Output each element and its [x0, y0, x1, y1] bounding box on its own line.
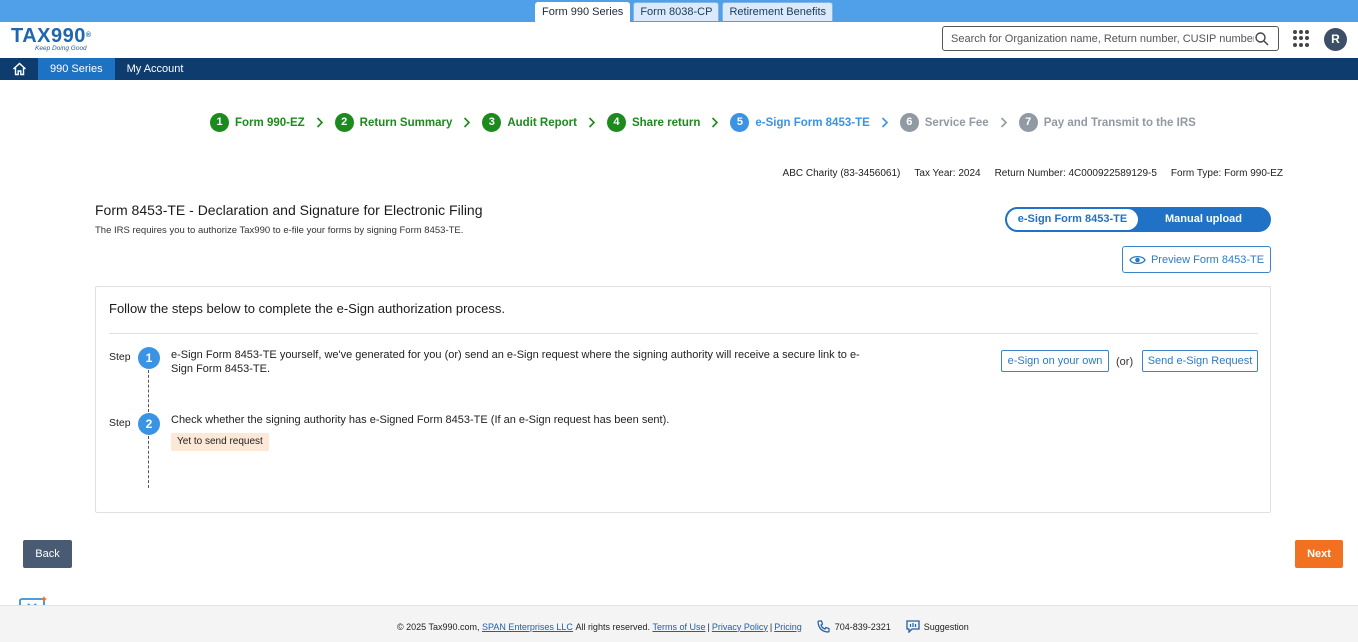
apps-grid-icon[interactable]: [1293, 30, 1310, 47]
step-service-fee: 6 Service Fee: [899, 113, 989, 132]
logo-tagline: Keep Doing Good: [35, 45, 87, 52]
or-separator: (or): [1116, 356, 1134, 368]
step-number: 1: [210, 113, 229, 132]
step-label: e-Sign Form 8453-TE: [755, 116, 870, 129]
page-footer: © 2025 Tax990.com, SPAN Enterprises LLC …: [0, 605, 1358, 642]
tab-form-990-series[interactable]: Form 990 Series: [535, 2, 631, 22]
step-1-word: Step: [109, 351, 131, 363]
step-label: Audit Report: [507, 116, 577, 129]
form-type-value: Form 990-EZ: [1224, 168, 1283, 179]
tax990-logo[interactable]: TAX990® Keep Doing Good: [11, 25, 92, 52]
step-1-text: e-Sign Form 8453-TE yourself, we've gene…: [171, 349, 860, 375]
panel-heading: Follow the steps below to complete the e…: [109, 301, 505, 316]
tax-year: Tax Year: 2024: [914, 168, 980, 179]
company-link[interactable]: SPAN Enterprises LLC: [482, 622, 573, 632]
step-number: 5: [730, 113, 750, 132]
step-esign-form-8453-te[interactable]: 5 e-Sign Form 8453-TE: [730, 113, 870, 132]
preview-form-label: Preview Form 8453-TE: [1150, 253, 1265, 266]
signing-method-toggle: e-Sign Form 8453-TE Manual upload: [1005, 207, 1271, 232]
page-title: Form 8453-TE - Declaration and Signature…: [95, 202, 483, 218]
preview-form-button[interactable]: Preview Form 8453-TE: [1122, 246, 1271, 273]
step-2-word: Step: [109, 417, 131, 429]
return-number-value: 4C000922589129-5: [1068, 168, 1157, 179]
next-button[interactable]: Next: [1295, 540, 1343, 568]
return-info: ABC Charity (83-3456061) Tax Year: 2024 …: [783, 168, 1283, 179]
logo-text: TAX990: [11, 25, 86, 47]
page-subtitle: The IRS requires you to authorize Tax990…: [95, 225, 464, 236]
search-icon[interactable]: [1254, 31, 1270, 47]
step-connector: [148, 370, 149, 412]
chevron-right-icon: [706, 113, 724, 132]
rights-text: All rights reserved.: [575, 621, 650, 632]
step-form-990-ez[interactable]: 1 Form 990-EZ: [210, 113, 305, 132]
return-number: Return Number: 4C000922589129-5: [995, 168, 1157, 179]
tab-form-8038-cp[interactable]: Form 8038-CP: [633, 2, 720, 21]
step-label: Form 990-EZ: [235, 116, 305, 129]
progress-stepper: 1 Form 990-EZ 2 Return Summary 3 Audit Repo…: [210, 113, 1196, 132]
toggle-esign[interactable]: e-Sign Form 8453-TE: [1007, 209, 1138, 230]
step-2-number: 2: [138, 413, 160, 435]
suggestion-button[interactable]: Suggestion: [906, 620, 969, 633]
step-label: Service Fee: [924, 116, 989, 129]
phone-number: 704-839-2321: [834, 621, 891, 632]
step-number: 2: [334, 113, 354, 132]
search-input[interactable]: [951, 32, 1254, 45]
step-label: Share return: [631, 116, 701, 129]
eye-icon: [1129, 255, 1146, 264]
step-audit-report[interactable]: 3 Audit Report: [482, 113, 577, 132]
toggle-manual-upload[interactable]: Manual upload: [1138, 209, 1269, 230]
status-badge: Yet to send request: [171, 433, 269, 451]
chevron-right-icon: [876, 113, 894, 132]
form-type: Form Type: Form 990-EZ: [1171, 168, 1283, 179]
main-nav: 990 Series My Account: [0, 58, 1358, 80]
chevron-right-icon: [458, 113, 476, 132]
step-connector: [148, 436, 149, 488]
back-button[interactable]: Back: [23, 540, 72, 568]
step-number: 6: [899, 113, 919, 132]
app-header: TAX990® Keep Doing Good R: [0, 22, 1358, 58]
tax-year-label: Tax Year:: [914, 168, 956, 179]
tab-retirement-benefits[interactable]: Retirement Benefits: [722, 2, 834, 21]
search-box[interactable]: [942, 26, 1279, 51]
step-2-text: Check whether the signing authority has …: [171, 414, 670, 426]
step-share-return[interactable]: 4 Share return: [606, 113, 701, 132]
send-esign-request-button[interactable]: Send e-Sign Request: [1142, 350, 1258, 372]
esign-own-button[interactable]: e-Sign on your own: [1001, 350, 1109, 372]
chevron-right-icon: [311, 113, 329, 132]
chevron-right-icon: [995, 113, 1013, 132]
product-tab-bar: Form 990 Series Form 8038-CP Retirement …: [0, 0, 1358, 22]
privacy-link[interactable]: Privacy Policy: [712, 622, 768, 632]
avatar[interactable]: R: [1324, 28, 1347, 51]
terms-link[interactable]: Terms of Use: [652, 622, 705, 632]
divider: [109, 333, 1258, 334]
phone-icon: [817, 620, 830, 633]
form-type-label: Form Type:: [1170, 168, 1222, 179]
support-phone[interactable]: 704-839-2321: [817, 620, 891, 633]
chevron-right-icon: [583, 113, 601, 132]
home-icon[interactable]: [0, 58, 38, 80]
pricing-link[interactable]: Pricing: [774, 622, 802, 632]
step-pay-and-transmit: 7 Pay and Transmit to the IRS: [1018, 113, 1196, 132]
step-number: 3: [482, 113, 502, 132]
step-label: Pay and Transmit to the IRS: [1043, 116, 1196, 129]
step-1-number: 1: [138, 347, 160, 369]
step-label: Return Summary: [359, 116, 453, 129]
esign-steps-panel: Follow the steps below to complete the e…: [95, 286, 1271, 513]
step-number: 7: [1018, 113, 1038, 132]
tax-year-value: 2024: [958, 168, 981, 179]
copyright-text: © 2025 Tax990.com,: [397, 621, 480, 632]
suggestion-label: Suggestion: [923, 621, 969, 632]
nav-990-series[interactable]: 990 Series: [38, 58, 115, 80]
suggestion-icon: [906, 620, 920, 633]
nav-my-account[interactable]: My Account: [115, 58, 196, 80]
organization-name: ABC Charity (83-3456061): [782, 168, 901, 179]
return-number-label: Return Number:: [994, 168, 1066, 179]
step-number: 4: [606, 113, 626, 132]
step-return-summary[interactable]: 2 Return Summary: [334, 113, 453, 132]
